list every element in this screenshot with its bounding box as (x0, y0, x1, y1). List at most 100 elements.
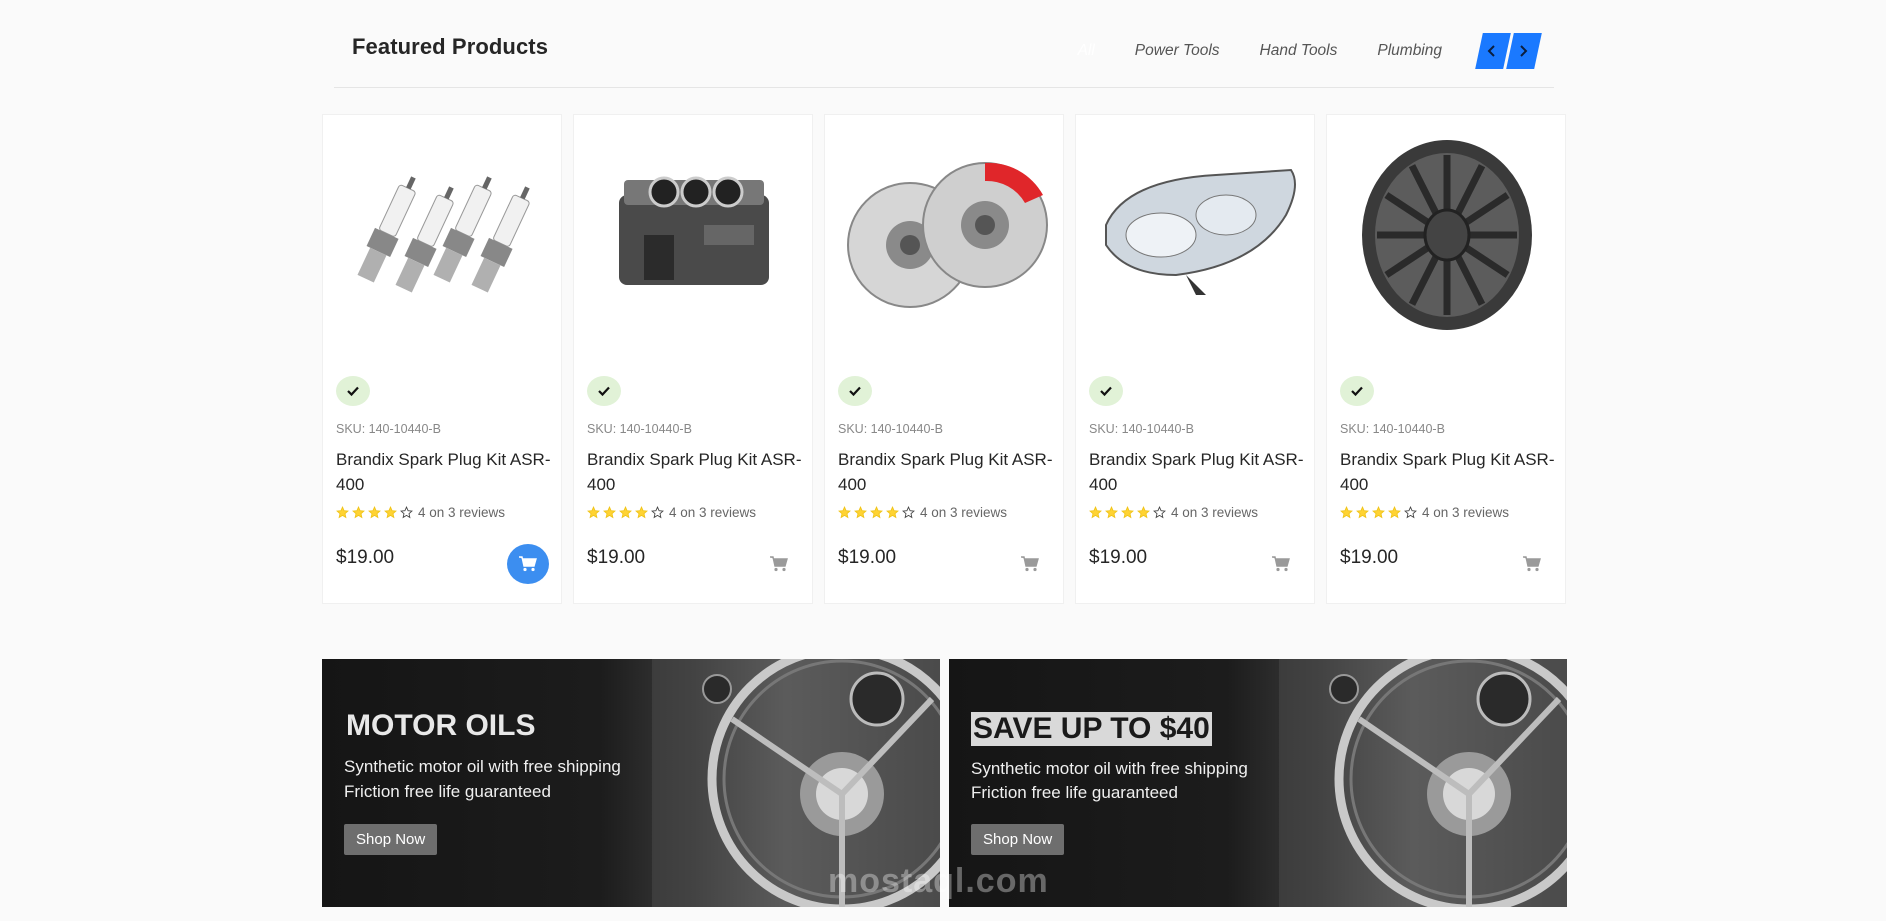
tab-power-tools[interactable]: Power Tools (1115, 33, 1240, 69)
add-to-cart-button[interactable] (1260, 544, 1302, 584)
tab-plumbing[interactable]: Plumbing (1357, 33, 1462, 69)
tab-label: All (1077, 42, 1095, 59)
cart-icon (1523, 556, 1541, 572)
star-icon (902, 506, 915, 519)
banner-text: Friction free life guaranteed (971, 783, 1178, 802)
product-name[interactable]: Brandix Spark Plug Kit ASR-400 (1089, 447, 1309, 497)
star-icon (619, 506, 632, 519)
add-to-cart-button[interactable] (1511, 544, 1553, 584)
star-icon (886, 506, 899, 519)
product-price: $19.00 (587, 547, 646, 568)
product-list: SKU: 140-10440-B Brandix Spark Plug Kit A… (322, 114, 1577, 604)
tab-label: Hand Tools (1259, 42, 1338, 59)
product-price: $19.00 (336, 547, 395, 568)
product-price: $19.00 (838, 547, 897, 568)
product-image[interactable] (1086, 125, 1306, 345)
star-icon (1388, 506, 1401, 519)
star-icon (1105, 506, 1118, 519)
banner-title: SAVE UP TO $40 (971, 712, 1212, 746)
cart-icon (770, 556, 788, 572)
cart-icon (1021, 556, 1039, 572)
star-icon (1372, 506, 1385, 519)
product-price: $19.00 (1089, 547, 1148, 568)
product-card[interactable]: SKU: 140-10440-B Brandix Spark Plug Kit A… (1075, 114, 1315, 604)
banner-text: Friction free life guaranteed (344, 782, 551, 801)
tab-label: Power Tools (1134, 42, 1220, 59)
product-rating: 4 on 3 reviews (838, 505, 1007, 520)
star-icon (1340, 506, 1353, 519)
star-icon (635, 506, 648, 519)
in-stock-badge (587, 376, 621, 406)
product-name[interactable]: Brandix Spark Plug Kit ASR-400 (1340, 447, 1560, 497)
in-stock-badge (838, 376, 872, 406)
banner-text: Synthetic motor oil with free shipping (344, 757, 621, 776)
section-header: Featured Products All Power Tools Hand T… (334, 0, 1554, 88)
product-sku: SKU: 140-10440-B (1089, 422, 1194, 436)
product-rating: 4 on 3 reviews (336, 505, 505, 520)
review-count: 4 on 3 reviews (1171, 505, 1259, 520)
review-count: 4 on 3 reviews (1422, 505, 1510, 520)
watermark: mostaql.com (828, 862, 1049, 900)
add-to-cart-button[interactable] (507, 544, 549, 584)
star-icon (870, 506, 883, 519)
add-to-cart-button[interactable] (758, 544, 800, 584)
product-card[interactable]: SKU: 140-10440-B Brandix Spark Plug Kit A… (573, 114, 813, 604)
product-price: $19.00 (1340, 547, 1399, 568)
shop-now-button[interactable]: Shop Now (344, 824, 438, 855)
tab-all[interactable]: All (1058, 33, 1115, 69)
star-icon (854, 506, 867, 519)
cart-icon (1272, 556, 1290, 572)
star-icon (1356, 506, 1369, 519)
star-icon (336, 506, 349, 519)
add-to-cart-button[interactable] (1009, 544, 1051, 584)
banner-title: MOTOR OILS (346, 709, 536, 742)
section-title: Featured Products (352, 34, 549, 59)
check-icon (849, 386, 861, 397)
product-image[interactable] (1337, 125, 1557, 345)
shop-now-button[interactable]: Shop Now (971, 824, 1065, 855)
star-icon (368, 506, 381, 519)
product-sku: SKU: 140-10440-B (587, 422, 692, 436)
next-button[interactable] (1510, 33, 1538, 69)
banner-text: Synthetic motor oil with free shipping (971, 759, 1248, 778)
star-icon (1153, 506, 1166, 519)
page-content: Featured Products All Power Tools Hand T… (322, 0, 1567, 921)
prev-button[interactable] (1479, 33, 1507, 69)
product-rating: 4 on 3 reviews (1340, 505, 1509, 520)
product-image[interactable] (584, 125, 804, 345)
product-name[interactable]: Brandix Spark Plug Kit ASR-400 (336, 447, 556, 497)
product-card[interactable]: SKU: 140-10440-B Brandix Spark Plug Kit A… (824, 114, 1064, 604)
tab-hand-tools[interactable]: Hand Tools (1240, 33, 1358, 69)
product-sku: SKU: 140-10440-B (838, 422, 943, 436)
review-count: 4 on 3 reviews (418, 505, 506, 520)
product-image[interactable] (333, 125, 553, 345)
product-card[interactable]: SKU: 140-10440-B Brandix Spark Plug Kit A… (322, 114, 562, 604)
star-icon (1121, 506, 1134, 519)
product-name[interactable]: Brandix Spark Plug Kit ASR-400 (838, 447, 1058, 497)
star-icon (1089, 506, 1102, 519)
product-sku: SKU: 140-10440-B (1340, 422, 1445, 436)
star-icon (1404, 506, 1417, 519)
chevron-left-icon (1487, 45, 1495, 57)
star-icon (587, 506, 600, 519)
chevron-right-icon (1520, 45, 1528, 57)
review-count: 4 on 3 reviews (669, 505, 757, 520)
in-stock-badge (1089, 376, 1123, 406)
product-rating: 4 on 3 reviews (1089, 505, 1258, 520)
carousel-arrows (1476, 33, 1538, 69)
product-rating: 4 on 3 reviews (587, 505, 756, 520)
product-card[interactable]: SKU: 140-10440-B Brandix Spark Plug Kit A… (1326, 114, 1566, 604)
check-icon (347, 386, 359, 397)
product-sku: SKU: 140-10440-B (336, 422, 441, 436)
check-icon (1100, 386, 1112, 397)
in-stock-badge (1340, 376, 1374, 406)
star-icon (838, 506, 851, 519)
tab-label: Plumbing (1377, 42, 1442, 59)
star-icon (603, 506, 616, 519)
star-icon (384, 506, 397, 519)
check-icon (1351, 386, 1363, 397)
product-name[interactable]: Brandix Spark Plug Kit ASR-400 (587, 447, 807, 497)
category-tabs: All Power Tools Hand Tools Plumbing (1058, 33, 1538, 69)
star-icon (352, 506, 365, 519)
product-image[interactable] (835, 125, 1055, 345)
